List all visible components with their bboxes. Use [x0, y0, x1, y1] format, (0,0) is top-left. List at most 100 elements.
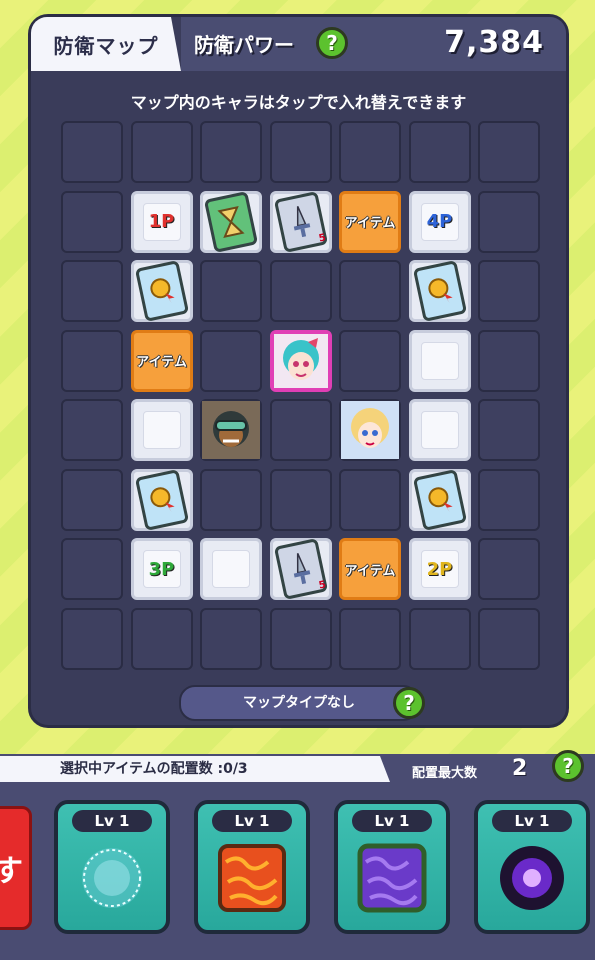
- map-cell-p4[interactable]: 4P: [408, 190, 471, 253]
- sword-card-icon: 5: [273, 190, 328, 253]
- sword-level: 5: [317, 579, 327, 592]
- map-cell: [339, 121, 401, 183]
- map-cell-leader-character[interactable]: [269, 329, 332, 392]
- map-cell-floor[interactable]: [408, 329, 471, 392]
- partial-red-button-label: す: [0, 854, 23, 889]
- map-cell: [269, 260, 332, 322]
- map-cell: [339, 468, 401, 531]
- sword-card-icon: 5: [273, 538, 328, 600]
- blonde-character-icon: [341, 401, 399, 459]
- max-placement-help-icon[interactable]: ?: [552, 750, 584, 782]
- map-cell: [339, 607, 401, 670]
- hourglass-card-icon: [203, 190, 259, 253]
- map-cell-floor[interactable]: [200, 538, 262, 600]
- map-grid: 1P 5 アイテム 4P アイテム 3P 5 アイテム 2P: [61, 121, 540, 670]
- goggles-character-icon: [202, 401, 260, 459]
- map-cell: [478, 468, 540, 531]
- map-cell-floor[interactable]: [408, 399, 471, 461]
- item-card-wisp[interactable]: Lv 1: [54, 800, 170, 934]
- leader-character-icon: [273, 333, 328, 388]
- map-cell-hourglass[interactable]: [200, 190, 262, 253]
- p1-marker: 1P: [148, 211, 175, 232]
- defense-power-value: 7,384: [444, 25, 544, 60]
- map-cell: [61, 607, 123, 670]
- map-cell-item[interactable]: アイテム: [339, 190, 401, 253]
- map-cell: [339, 260, 401, 322]
- map-cell-character-left[interactable]: [200, 399, 262, 461]
- map-cell: [478, 538, 540, 600]
- item-level: Lv 1: [72, 810, 152, 832]
- map-cell: [408, 607, 471, 670]
- map-cell-medal[interactable]: [408, 260, 471, 322]
- item-card-poison[interactable]: Lv 1: [334, 800, 450, 934]
- medal-card-icon: [134, 468, 189, 531]
- p4-marker: 4P: [426, 211, 453, 232]
- map-cell: [200, 468, 262, 531]
- map-cell-p1[interactable]: 1P: [130, 190, 193, 253]
- defense-power-label: 防衛パワー: [194, 33, 294, 57]
- map-cell-p2[interactable]: 2P: [408, 538, 471, 600]
- map-type-button[interactable]: マップタイプなし: [179, 685, 419, 721]
- map-cell: [200, 329, 262, 392]
- medal-card-icon: [412, 468, 467, 531]
- map-cell: [478, 329, 540, 392]
- p2-marker: 2P: [426, 558, 453, 580]
- item-level: Lv 1: [352, 810, 432, 832]
- lava-block-icon: [218, 844, 286, 912]
- map-cell: [200, 121, 262, 183]
- map-cell: [61, 260, 123, 322]
- max-placement-label: 配置最大数: [412, 766, 478, 781]
- map-cell: [200, 260, 262, 322]
- tab-defense-map[interactable]: 防衛マップ: [31, 17, 181, 71]
- map-cell: [61, 399, 123, 461]
- map-cell-floor[interactable]: [130, 399, 193, 461]
- map-cell-character-right[interactable]: [339, 399, 401, 461]
- item-card-lava[interactable]: Lv 1: [194, 800, 310, 934]
- map-cell: [130, 121, 193, 183]
- item-tile-label: アイテム: [344, 216, 396, 231]
- item-tile-label: アイテム: [136, 355, 187, 370]
- poison-block-icon: [357, 843, 427, 913]
- map-cell: [269, 399, 332, 461]
- map-cell: [478, 121, 540, 183]
- map-cell-medal[interactable]: [408, 468, 471, 531]
- wisp-orb-icon: [82, 848, 142, 908]
- map-cell: [130, 607, 193, 670]
- map-cell-item[interactable]: アイテム: [130, 329, 193, 392]
- map-type-help-icon[interactable]: ?: [393, 687, 425, 719]
- max-placement-value: 2: [512, 756, 528, 781]
- partial-red-button[interactable]: す: [0, 806, 32, 930]
- map-cell: [61, 190, 123, 253]
- map-cell: [269, 121, 332, 183]
- map-cell: [478, 399, 540, 461]
- dark-orb-icon: [500, 846, 564, 910]
- map-cell: [339, 329, 401, 392]
- map-cell: [408, 121, 471, 183]
- item-level: Lv 1: [492, 810, 572, 832]
- map-cell: [478, 190, 540, 253]
- map-cell: [61, 538, 123, 600]
- medal-card-icon: [412, 260, 467, 322]
- defense-map-panel: 防衛マップ 防衛パワー ? 7,384 マップ内のキャラはタップで入れ替えできま…: [28, 14, 569, 728]
- map-cell-p3[interactable]: 3P: [130, 538, 193, 600]
- map-cell-medal[interactable]: [130, 468, 193, 531]
- map-cell: [61, 468, 123, 531]
- p3-marker: 3P: [148, 558, 175, 580]
- item-card-dark-orb[interactable]: Lv 1: [474, 800, 590, 934]
- map-cell: [478, 260, 540, 322]
- map-cell-sword[interactable]: 5: [269, 190, 332, 253]
- map-cell: [269, 468, 332, 531]
- selected-items-count: 選択中アイテムの配置数 :0/3: [0, 756, 390, 782]
- map-cell: [478, 607, 540, 670]
- map-cell: [200, 607, 262, 670]
- item-level: Lv 1: [212, 810, 292, 832]
- map-cell-item[interactable]: アイテム: [339, 538, 401, 600]
- sword-level: 5: [317, 231, 327, 245]
- item-tile-label: アイテム: [344, 563, 396, 579]
- map-cell-sword[interactable]: 5: [269, 538, 332, 600]
- power-help-icon[interactable]: ?: [316, 27, 348, 59]
- map-instruction: マップ内のキャラはタップで入れ替えできます: [130, 93, 467, 112]
- map-cell-medal[interactable]: [130, 260, 193, 322]
- map-cell: [61, 121, 123, 183]
- map-cell: [61, 329, 123, 392]
